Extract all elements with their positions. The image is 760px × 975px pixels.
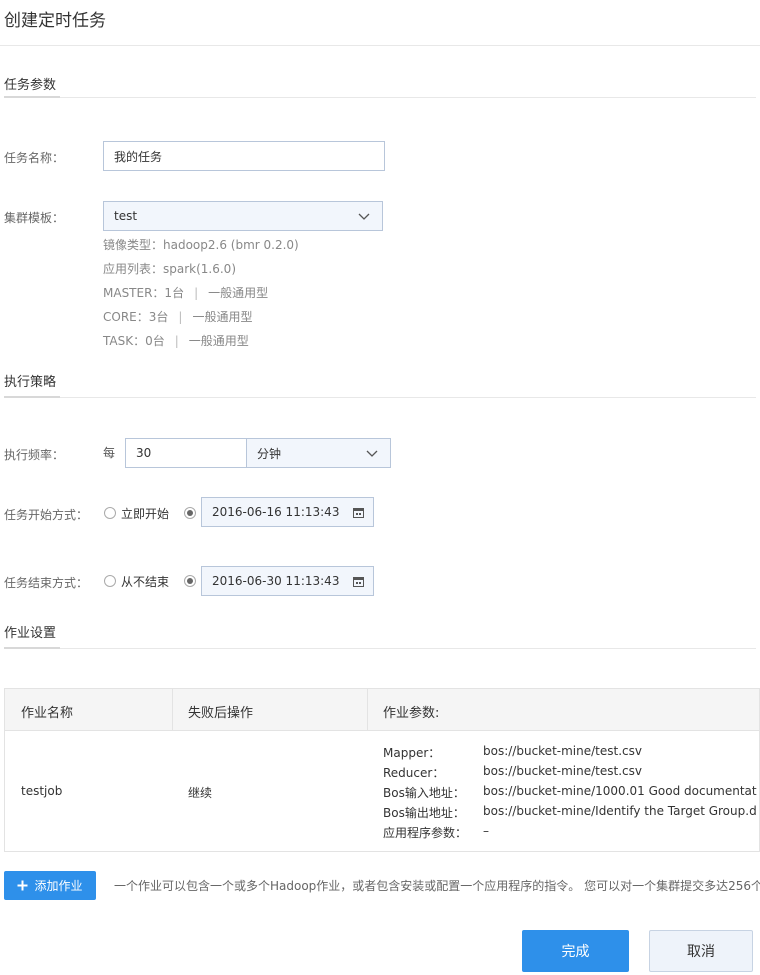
cluster-template-label: 集群模板： <box>4 211 65 225</box>
master-count: MASTER：1台 <box>103 286 185 300</box>
param-value: bos://bucket-mine/test.csv <box>483 764 642 778</box>
task-info: TASK：0台 | 一般通用型 <box>103 332 249 349</box>
start-datetime-value: 2016-06-16 11:13:43 <box>212 505 340 519</box>
cluster-template-value: test <box>114 209 138 223</box>
info-separator: | <box>178 310 183 324</box>
core-count: CORE：3台 <box>103 310 169 324</box>
section-divider <box>4 97 756 98</box>
app-list-info: 应用列表：spark(1.6.0) <box>103 262 237 276</box>
job-name-cell: testjob <box>21 784 63 798</box>
plus-icon <box>17 880 28 891</box>
master-type: 一般通用型 <box>208 286 269 300</box>
section-exec-policy: 执行策略 <box>4 375 57 390</box>
add-job-hint: 一个作业可以包含一个或多个Hadoop作业，或者包含安装或配置一个应用程序的指令… <box>114 879 760 893</box>
end-datetime-value: 2016-06-30 11:13:43 <box>212 574 340 588</box>
on-failure-cell: 继续 <box>188 786 213 800</box>
end-mode-label: 任务结束方式： <box>4 576 89 590</box>
param-key: Bos输入地址： <box>383 786 465 800</box>
core-type: 一般通用型 <box>192 310 253 324</box>
frequency-unit-value: 分钟 <box>257 446 282 461</box>
column-header-job-params: 作业参数: <box>383 706 440 721</box>
confirm-button[interactable]: 完成 <box>522 930 629 972</box>
column-header-job-name: 作业名称 <box>21 706 74 721</box>
column-divider <box>367 689 368 731</box>
column-header-on-failure: 失败后操作 <box>188 706 254 721</box>
task-type: 一般通用型 <box>188 334 249 348</box>
info-separator: | <box>174 334 179 348</box>
calendar-icon <box>353 577 364 587</box>
section-underline <box>4 396 60 398</box>
section-underline <box>4 647 60 649</box>
cancel-button[interactable]: 取消 <box>649 930 753 972</box>
frequency-input[interactable]: 30 <box>125 438 247 468</box>
jobs-table: 作业名称 失败后操作 作业参数: testjob 继续 Mapper： bos:… <box>4 688 760 852</box>
never-end-radio[interactable] <box>104 575 116 587</box>
task-name-input[interactable]: 我的任务 <box>103 141 385 171</box>
section-divider <box>4 397 756 398</box>
master-info: MASTER：1台 | 一般通用型 <box>103 284 268 301</box>
param-value: bos://bucket-mine/Identify the Target Gr… <box>483 804 757 818</box>
param-key: 应用程序参数： <box>383 826 468 840</box>
page-title: 创建定时任务 <box>4 11 106 31</box>
param-key: Mapper： <box>383 746 441 760</box>
start-mode-label: 任务开始方式： <box>4 508 89 522</box>
cluster-template-select[interactable]: test <box>103 201 383 231</box>
chevron-down-icon <box>358 213 370 220</box>
title-divider <box>0 45 760 46</box>
frequency-prefix: 每 <box>103 446 116 460</box>
task-name-label: 任务名称： <box>4 151 65 165</box>
section-job-settings: 作业设置 <box>4 626 57 641</box>
image-type-info: 镜像类型：hadoop2.6 (bmr 0.2.0) <box>103 238 299 252</box>
start-datetime-picker[interactable]: 2016-06-16 11:13:43 <box>201 497 374 527</box>
column-divider <box>172 689 173 731</box>
add-job-label: 添加作业 <box>34 879 83 893</box>
section-underline <box>4 96 60 98</box>
param-key: Reducer： <box>383 766 445 780</box>
core-info: CORE：3台 | 一般通用型 <box>103 308 252 325</box>
section-task-params: 任务参数 <box>4 78 57 93</box>
end-datetime-picker[interactable]: 2016-06-30 11:13:43 <box>201 566 374 596</box>
info-separator: | <box>194 286 199 300</box>
param-value: bos://bucket-mine/test.csv <box>483 744 642 758</box>
calendar-icon <box>353 508 364 518</box>
frequency-unit-select[interactable]: 分钟 <box>246 438 391 468</box>
start-now-radio[interactable] <box>104 507 116 519</box>
table-header: 作业名称 失败后操作 作业参数: <box>5 689 759 731</box>
end-datetime-radio[interactable] <box>184 575 196 587</box>
param-value: – <box>483 824 489 838</box>
task-count: TASK：0台 <box>103 334 165 348</box>
start-now-label[interactable]: 立即开始 <box>121 505 169 522</box>
never-end-label[interactable]: 从不结束 <box>121 573 169 590</box>
add-job-button[interactable]: 添加作业 <box>4 871 96 900</box>
param-key: Bos输出地址： <box>383 806 465 820</box>
frequency-label: 执行频率： <box>4 448 65 462</box>
start-datetime-radio[interactable] <box>184 507 196 519</box>
param-value: bos://bucket-mine/1000.01 Good documenta… <box>483 784 757 798</box>
chevron-down-icon <box>366 450 378 457</box>
section-divider <box>4 648 756 649</box>
